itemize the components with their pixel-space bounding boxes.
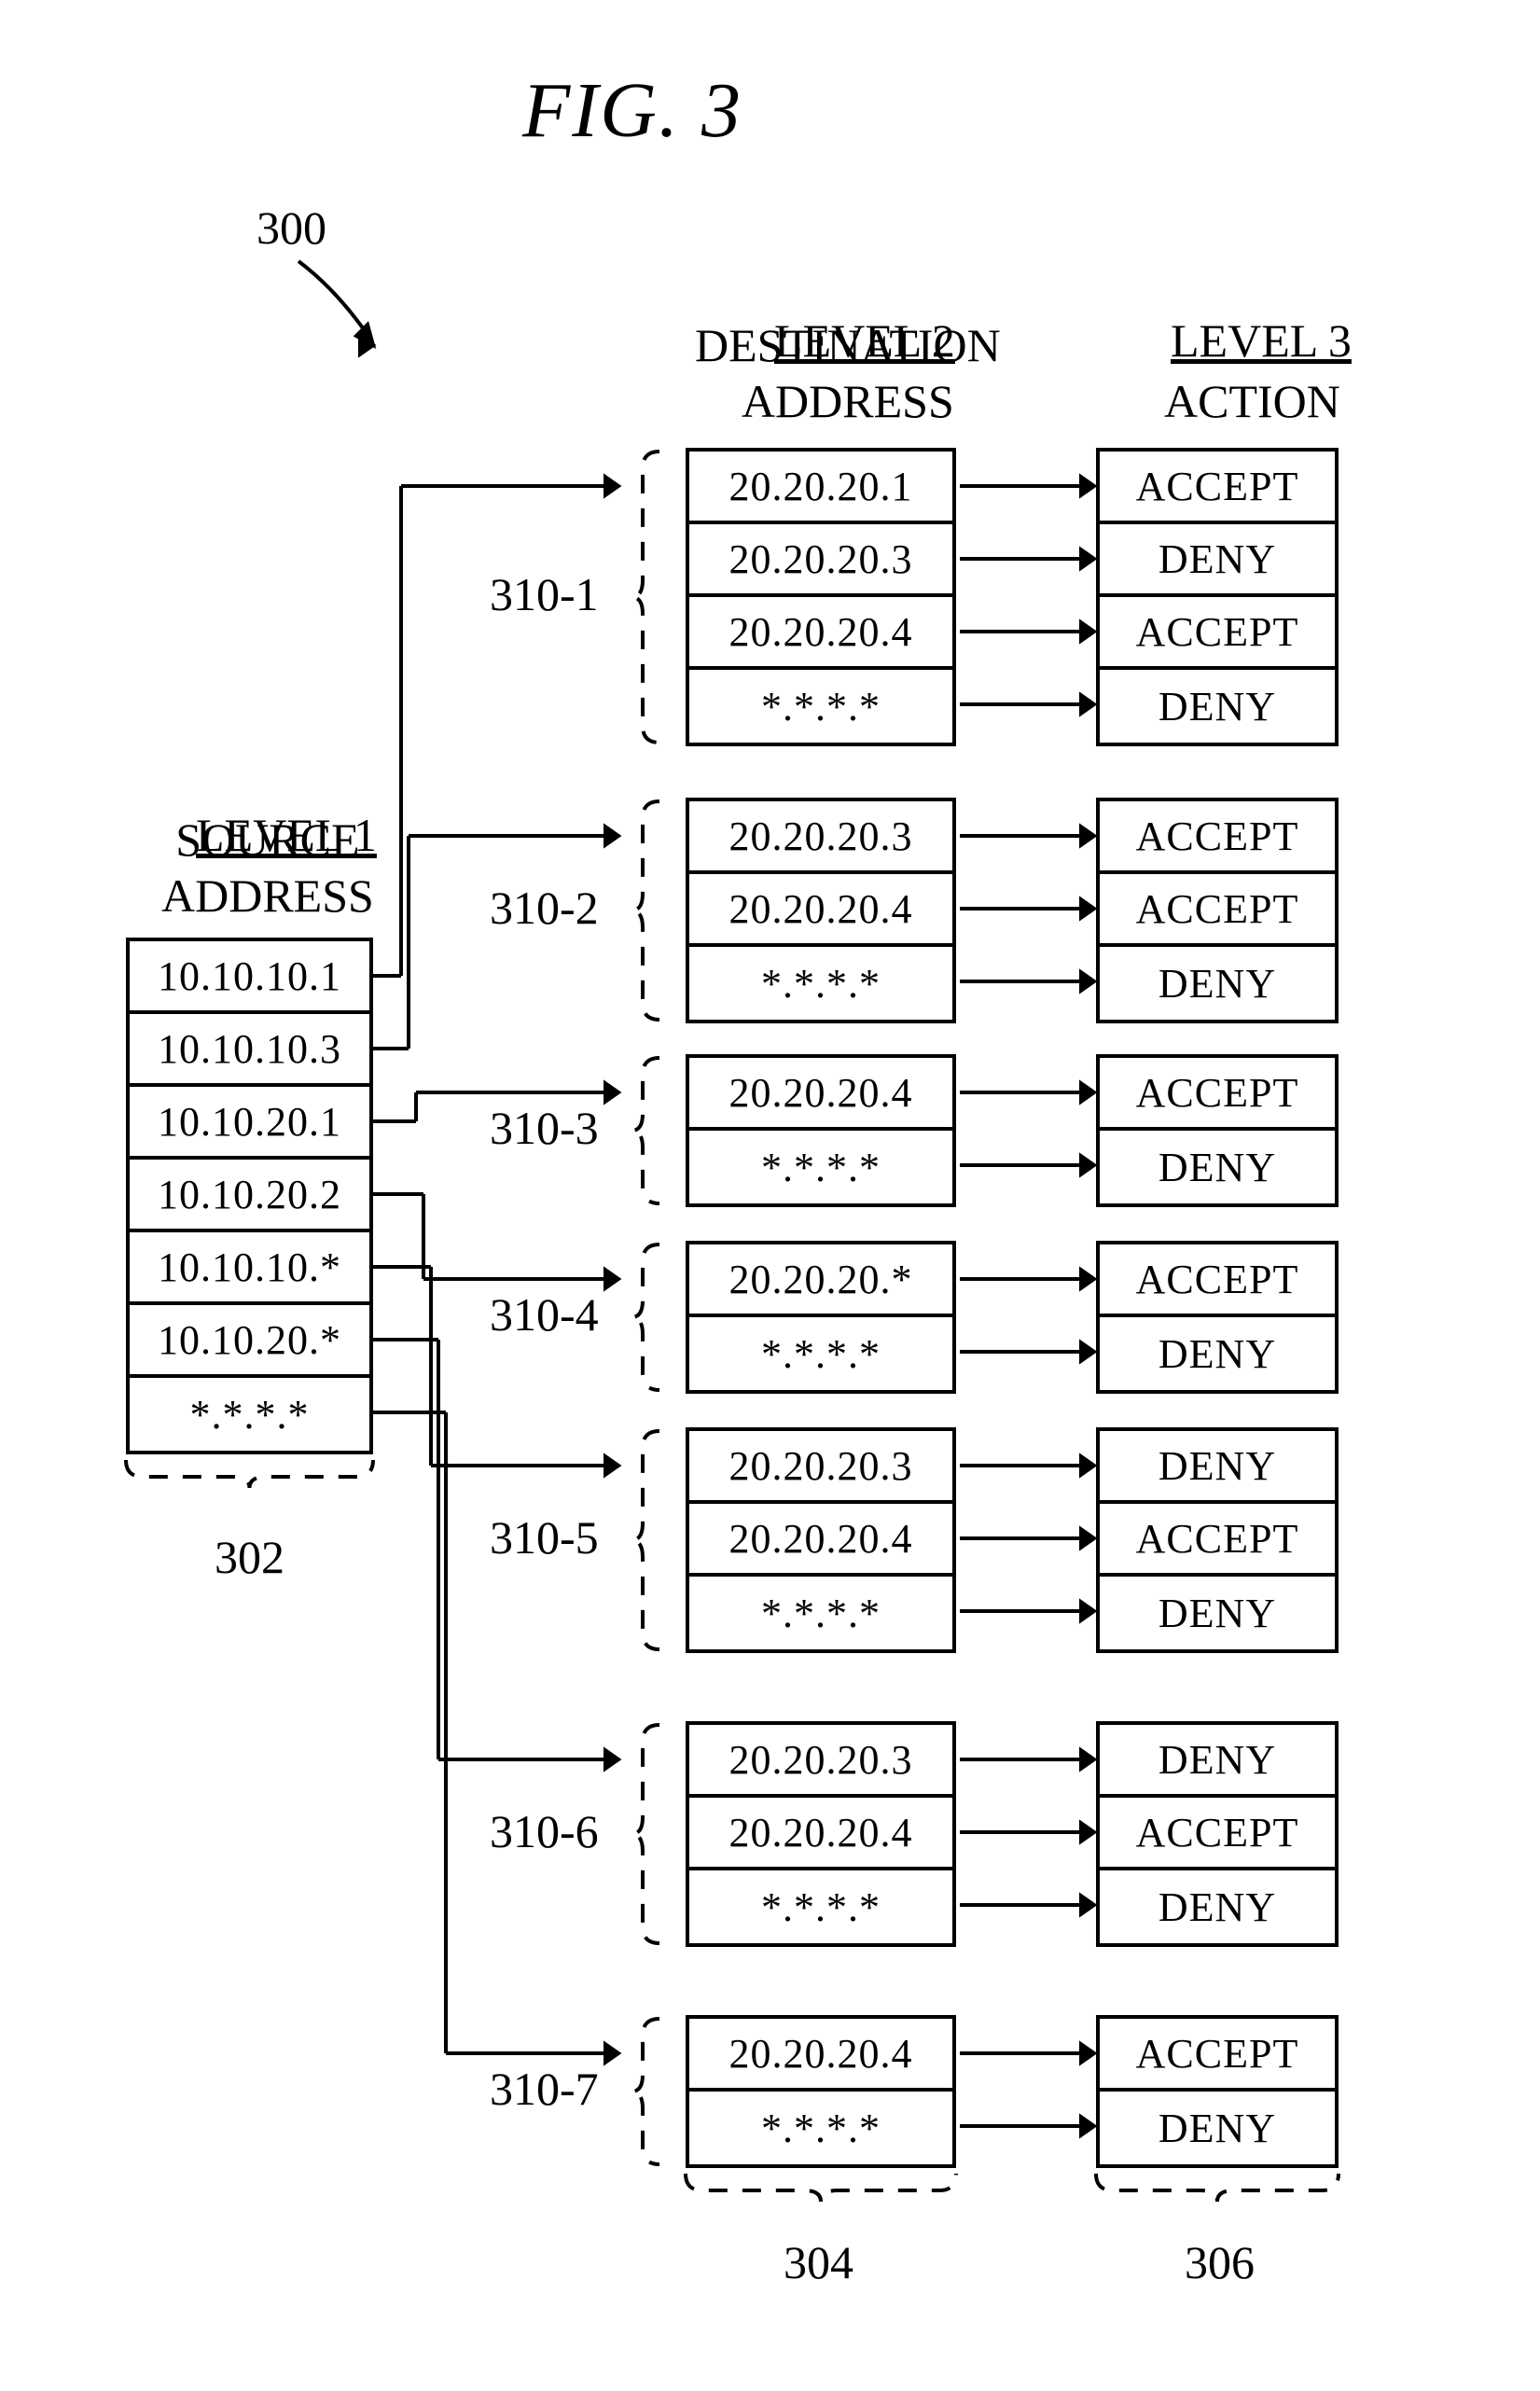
dest-table: 20.20.20.120.20.20.320.20.20.4*.*.*.* [686, 448, 956, 746]
dest-row: 20.20.20.4 [689, 1058, 952, 1131]
ref-306: 306 [1185, 2235, 1255, 2289]
level1-subheader: SOURCE ADDRESS [161, 812, 374, 924]
source-row: 10.10.10.3 [130, 1014, 369, 1087]
dest-row: *.*.*.* [689, 947, 952, 1020]
action-row: DENY [1100, 1577, 1335, 1649]
action-table: ACCEPTACCEPTDENY [1096, 798, 1339, 1023]
action-row: DENY [1100, 947, 1335, 1020]
source-row: 10.10.20.2 [130, 1160, 369, 1232]
ref-304: 304 [784, 2235, 853, 2289]
dest-row: 20.20.20.4 [689, 1504, 952, 1577]
action-table: ACCEPTDENYACCEPTDENY [1096, 448, 1339, 746]
dest-row: *.*.*.* [689, 1131, 952, 1203]
dest-row: 20.20.20.4 [689, 597, 952, 670]
ref-300: 300 [257, 201, 326, 255]
action-row: ACCEPT [1100, 452, 1335, 524]
action-table: ACCEPTDENY [1096, 2015, 1339, 2168]
action-row: DENY [1100, 1431, 1335, 1504]
dest-row: 20.20.20.4 [689, 874, 952, 947]
source-row: 10.10.10.* [130, 1232, 369, 1305]
action-row: ACCEPT [1100, 2019, 1335, 2092]
ref-302: 302 [215, 1530, 284, 1584]
action-table: DENYACCEPTDENY [1096, 1721, 1339, 1947]
source-row: *.*.*.* [130, 1378, 369, 1451]
source-address-table: 10.10.10.110.10.10.310.10.20.110.10.20.2… [126, 938, 373, 1454]
level3-header: LEVEL 3 [1147, 257, 1352, 368]
action-table: DENYACCEPTDENY [1096, 1427, 1339, 1653]
level3-subheader: ACTION [1164, 373, 1340, 429]
action-row: ACCEPT [1100, 1058, 1335, 1131]
dest-table: 20.20.20.**.*.*.* [686, 1241, 956, 1394]
action-row: DENY [1100, 670, 1335, 743]
source-row: 10.10.20.* [130, 1305, 369, 1378]
group-ref: 310-5 [490, 1510, 599, 1564]
action-row: DENY [1100, 524, 1335, 597]
group-ref: 310-6 [490, 1804, 599, 1858]
action-table: ACCEPTDENY [1096, 1054, 1339, 1207]
dest-row: *.*.*.* [689, 1577, 952, 1649]
figure-title: FIG. 3 [522, 65, 742, 156]
source-row: 10.10.10.1 [130, 941, 369, 1014]
dest-row: 20.20.20.3 [689, 1725, 952, 1798]
group-ref: 310-1 [490, 567, 599, 621]
level2-subheader: DESTINATION ADDRESS [695, 317, 1001, 429]
action-row: ACCEPT [1100, 597, 1335, 670]
dest-row: 20.20.20.3 [689, 801, 952, 874]
dest-row: *.*.*.* [689, 1870, 952, 1943]
group-ref: 310-3 [490, 1101, 599, 1155]
action-row: DENY [1100, 1870, 1335, 1943]
dest-row: *.*.*.* [689, 1317, 952, 1390]
action-row: ACCEPT [1100, 1244, 1335, 1317]
dest-table: 20.20.20.4*.*.*.* [686, 1054, 956, 1207]
dest-row: *.*.*.* [689, 2092, 952, 2164]
group-ref: 310-7 [490, 2062, 599, 2116]
dest-row: 20.20.20.3 [689, 1431, 952, 1504]
dest-row: 20.20.20.4 [689, 1798, 952, 1870]
dest-table: 20.20.20.4*.*.*.* [686, 2015, 956, 2168]
action-row: ACCEPT [1100, 874, 1335, 947]
action-row: ACCEPT [1100, 1798, 1335, 1870]
dest-row: 20.20.20.4 [689, 2019, 952, 2092]
dest-table: 20.20.20.320.20.20.4*.*.*.* [686, 1721, 956, 1947]
dest-row: 20.20.20.* [689, 1244, 952, 1317]
action-row: DENY [1100, 1725, 1335, 1798]
group-ref: 310-4 [490, 1287, 599, 1341]
source-row: 10.10.20.1 [130, 1087, 369, 1160]
action-row: DENY [1100, 1317, 1335, 1390]
dest-row: 20.20.20.1 [689, 452, 952, 524]
dest-row: *.*.*.* [689, 670, 952, 743]
action-row: ACCEPT [1100, 801, 1335, 874]
dest-row: 20.20.20.3 [689, 524, 952, 597]
dest-table: 20.20.20.320.20.20.4*.*.*.* [686, 798, 956, 1023]
action-row: DENY [1100, 1131, 1335, 1203]
action-table: ACCEPTDENY [1096, 1241, 1339, 1394]
action-row: DENY [1100, 2092, 1335, 2164]
group-ref: 310-2 [490, 881, 599, 935]
dest-table: 20.20.20.320.20.20.4*.*.*.* [686, 1427, 956, 1653]
action-row: ACCEPT [1100, 1504, 1335, 1577]
